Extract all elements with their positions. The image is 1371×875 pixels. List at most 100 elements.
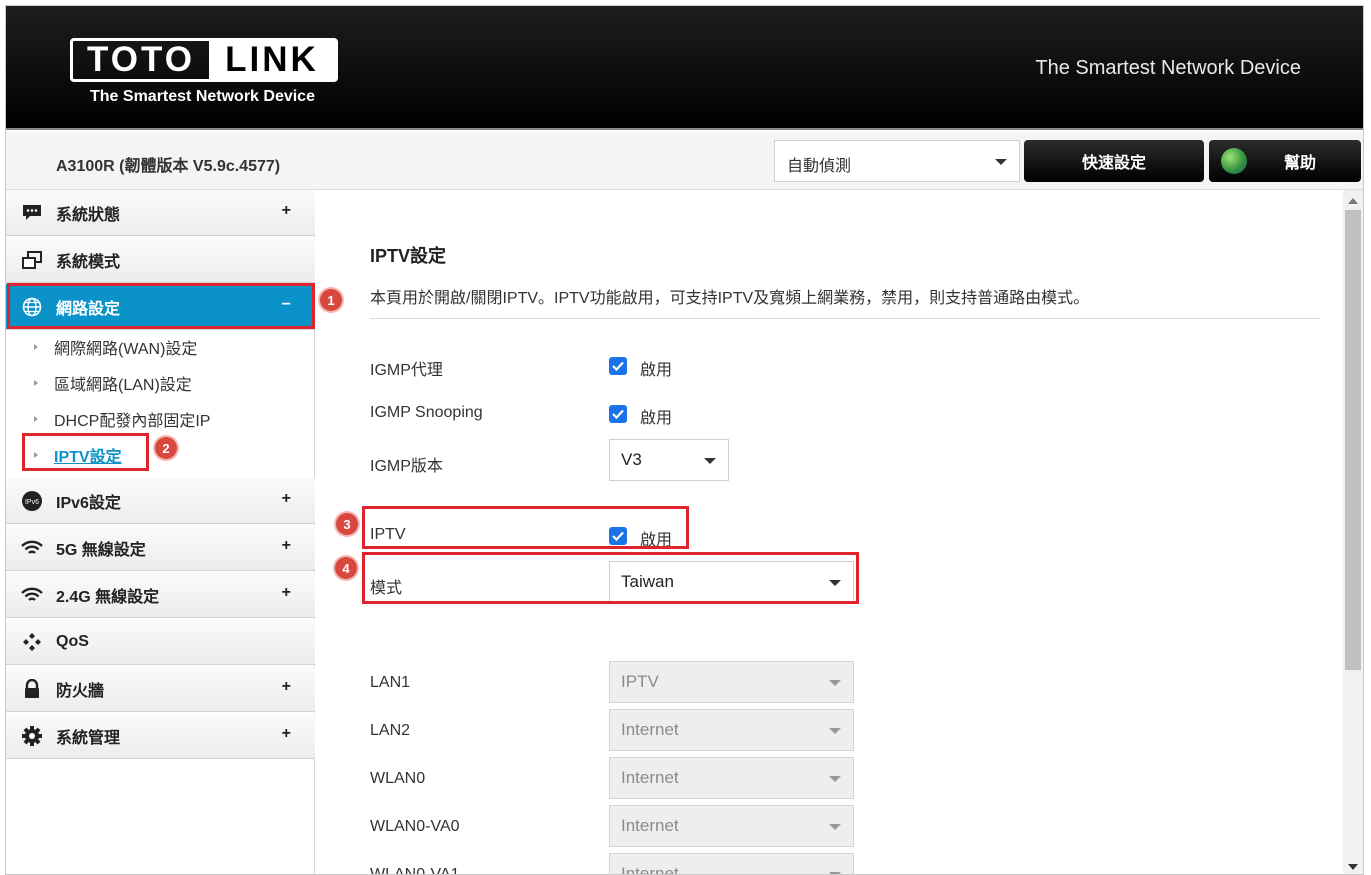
sidebar-item-system-status[interactable]: 系統狀態 +	[6, 190, 315, 236]
logo-subtitle: The Smartest Network Device	[90, 88, 315, 105]
igmp-snooping-enable-label: 啟用	[640, 410, 673, 427]
igmp-snooping-checkbox[interactable]	[609, 405, 627, 423]
language-select-value: 自動偵測	[787, 158, 852, 175]
ipv6-icon: IPv6	[20, 489, 44, 513]
lock-icon	[20, 677, 44, 701]
igmp-version-label: IGMP版本	[370, 458, 443, 475]
wifi-icon	[20, 536, 44, 560]
language-select[interactable]: 自動偵測	[774, 140, 1020, 182]
expand-icon: +	[281, 584, 291, 601]
port-value: Internet	[621, 864, 679, 875]
port-label-wlan0-va0: WLAN0-VA0	[370, 818, 460, 835]
header: TOTO LINK The Smartest Network Device Th…	[6, 6, 1363, 130]
logo-text-right: LINK	[209, 40, 335, 79]
help-globe-icon	[1221, 148, 1247, 174]
port-label-wlan0-va1: WLAN0-VA1	[370, 866, 460, 875]
subitem-label: DHCP配發內部固定IP	[54, 413, 211, 430]
checkmark-icon	[612, 361, 624, 372]
windows-icon	[20, 248, 44, 272]
svg-text:IPv6: IPv6	[25, 499, 39, 506]
igmp-proxy-enable-label: 啟用	[640, 362, 673, 379]
sidebar-item-label: 系統狀態	[56, 206, 121, 224]
sidebar-item-label: 系統模式	[56, 253, 121, 271]
chevron-down-icon	[829, 824, 841, 830]
port-value: IPTV	[621, 672, 659, 691]
chevron-down-icon	[704, 458, 716, 464]
igmp-version-select[interactable]: V3	[609, 439, 729, 481]
port-value: Internet	[621, 816, 679, 835]
page-title: IPTV設定	[370, 246, 447, 266]
port-select-lan1: IPTV	[609, 661, 854, 703]
igmp-version-value: V3	[621, 450, 642, 469]
divider	[370, 318, 1320, 319]
sidebar-item-label: 系統管理	[56, 729, 121, 747]
sidebar-item-system-management[interactable]: 系統管理 +	[6, 713, 315, 759]
sidebar-item-label: IPv6設定	[56, 494, 121, 512]
checkmark-icon	[612, 409, 624, 420]
subitem-label: 網際網路(WAN)設定	[54, 341, 198, 358]
port-value: Internet	[621, 768, 679, 787]
sidebar-item-label: 防火牆	[56, 682, 105, 700]
expand-icon: +	[281, 202, 291, 219]
subitem-wan-settings[interactable]: 網際網路(WAN)設定	[34, 333, 197, 361]
igmp-proxy-checkbox[interactable]	[609, 357, 627, 375]
port-label-lan1: LAN1	[370, 674, 411, 691]
step-marker-2: 2	[155, 437, 177, 459]
subitem-dhcp-static-ip[interactable]: DHCP配發內部固定IP	[34, 405, 210, 433]
chevron-down-icon	[829, 776, 841, 782]
expand-icon: +	[281, 678, 291, 695]
page-description: 本頁用於開啟/關閉IPTV。IPTV功能啟用，可支持IPTV及寬頻上網業務，禁用…	[370, 290, 1090, 307]
port-select-lan2: Internet	[609, 709, 854, 751]
sidebar-item-firewall[interactable]: 防火牆 +	[6, 666, 315, 712]
port-select-wlan0: Internet	[609, 757, 854, 799]
quick-setup-button[interactable]: 快速設定	[1024, 140, 1204, 182]
subitem-label: 區域網路(LAN)設定	[54, 377, 192, 394]
logo-text-left: TOTO	[87, 40, 195, 79]
expand-icon: +	[281, 537, 291, 554]
sidebar-item-24g-wireless[interactable]: 2.4G 無線設定 +	[6, 572, 315, 618]
igmp-proxy-label: IGMP代理	[370, 362, 443, 379]
expand-icon: +	[281, 725, 291, 742]
sidebar-item-5g-wireless[interactable]: 5G 無線設定 +	[6, 525, 315, 571]
step-marker-3: 3	[336, 513, 358, 535]
chevron-down-icon	[829, 680, 841, 686]
help-label: 幫助	[1283, 155, 1316, 172]
subitem-lan-settings[interactable]: 區域網路(LAN)設定	[34, 369, 192, 397]
qos-icon	[20, 630, 44, 654]
bullet-icon	[34, 416, 38, 422]
igmp-snooping-label: IGMP Snooping	[370, 404, 483, 421]
sidebar-item-label: 5G 無線設定	[56, 541, 146, 559]
port-label-wlan0: WLAN0	[370, 770, 426, 787]
sidebar-item-label: 2.4G 無線設定	[56, 588, 160, 606]
highlight-box-iptv-settings	[22, 433, 149, 471]
highlight-box-network-settings	[7, 283, 315, 329]
router-admin-page: TOTO LINK The Smartest Network Device Th…	[5, 5, 1364, 875]
model-firmware-label: A3100R (韌體版本 V5.9c.4577)	[56, 158, 281, 175]
step-marker-1: 1	[320, 289, 342, 311]
port-select-wlan0-va1: Internet	[609, 853, 854, 875]
scroll-down-arrow-icon[interactable]	[1348, 864, 1358, 870]
scroll-up-arrow-icon[interactable]	[1348, 198, 1358, 204]
wifi-icon	[20, 583, 44, 607]
sidebar-item-system-mode[interactable]: 系統模式	[6, 237, 315, 283]
bullet-icon	[34, 344, 38, 350]
gear-icon	[20, 724, 44, 748]
chevron-down-icon	[829, 728, 841, 734]
scroll-thumb[interactable]	[1345, 210, 1361, 670]
help-button[interactable]: 幫助	[1209, 140, 1361, 182]
expand-icon: +	[281, 490, 291, 507]
chat-icon	[20, 201, 44, 225]
sidebar-item-label: QoS	[56, 632, 89, 650]
header-slogan: The Smartest Network Device	[1035, 57, 1301, 79]
highlight-box-mode	[362, 552, 859, 604]
sidebar-item-qos[interactable]: QoS	[6, 619, 315, 665]
step-marker-4: 4	[335, 557, 357, 579]
port-value: Internet	[621, 720, 679, 739]
highlight-box-iptv	[362, 506, 689, 549]
port-select-wlan0-va0: Internet	[609, 805, 854, 847]
top-bar: A3100R (韌體版本 V5.9c.4577) 自動偵測 快速設定 幫助	[6, 132, 1363, 190]
sidebar-item-ipv6[interactable]: IPv6 IPv6設定 +	[6, 478, 315, 524]
scrollbar[interactable]	[1343, 190, 1363, 874]
port-label-lan2: LAN2	[370, 722, 411, 739]
bullet-icon	[34, 380, 38, 386]
